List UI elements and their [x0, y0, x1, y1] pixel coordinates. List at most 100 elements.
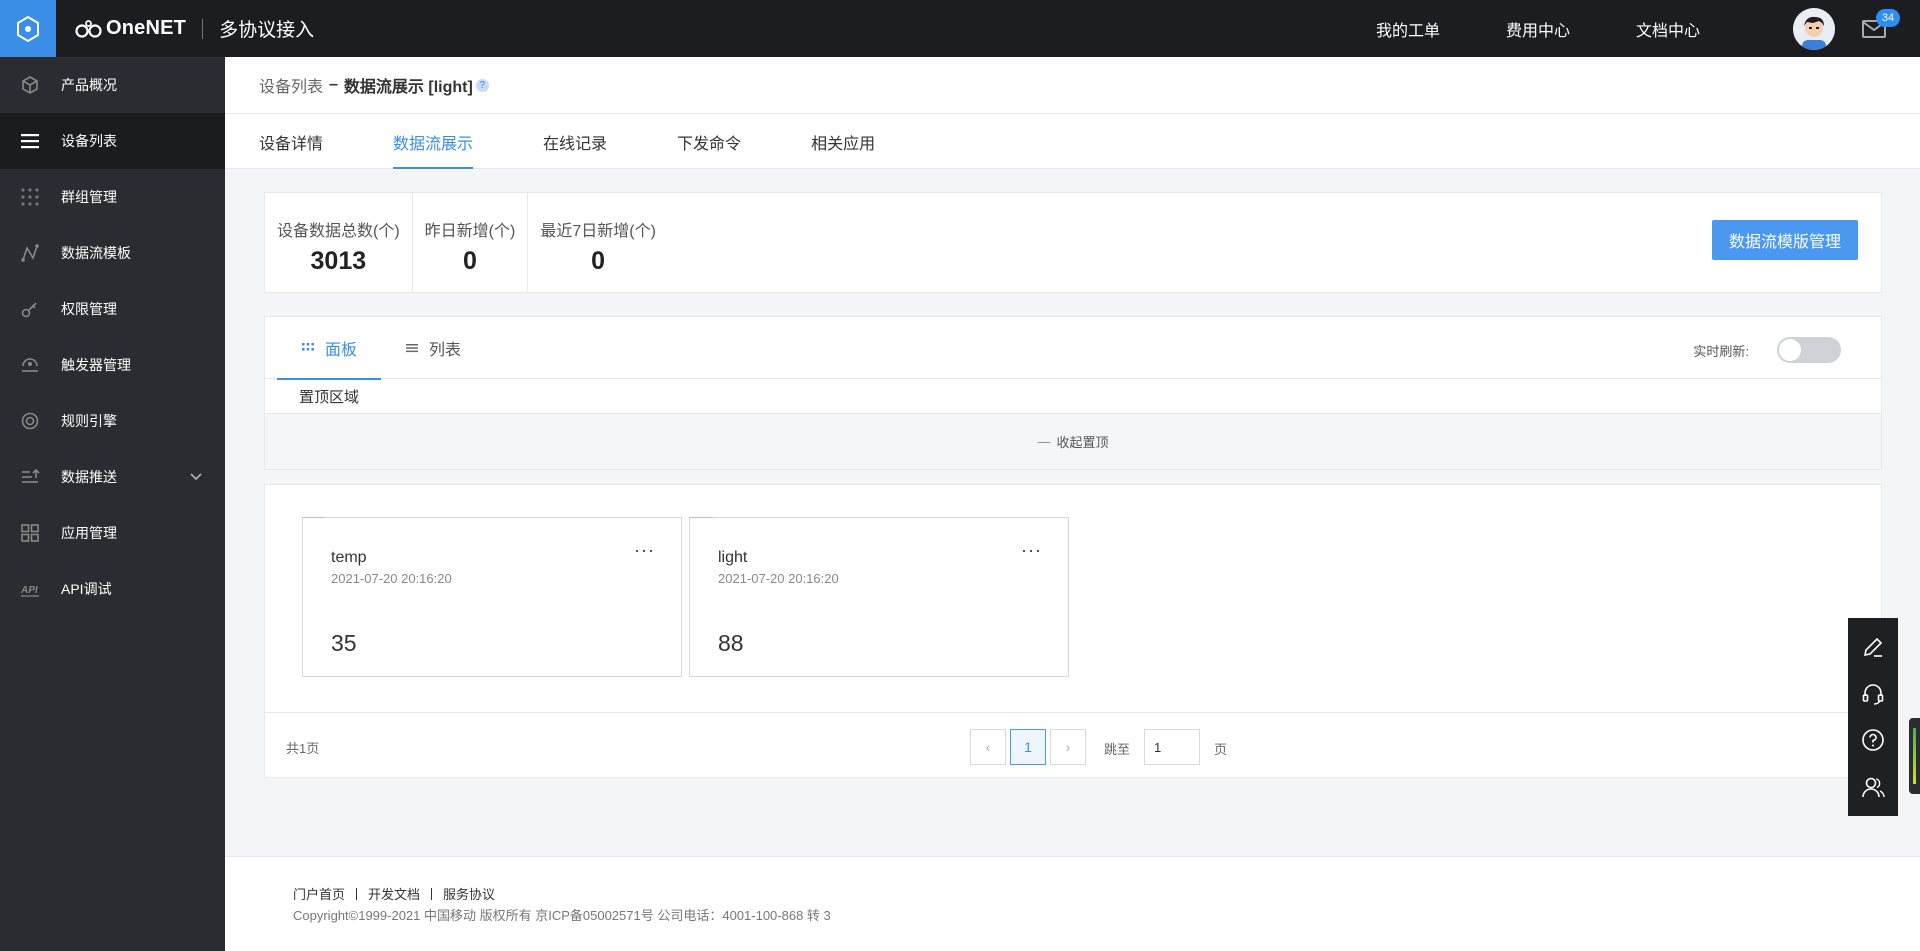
next-page-button[interactable]: › [1050, 729, 1086, 765]
datastream-card-temp[interactable]: temp 2021-07-20 20:16:20 35 ··· [302, 517, 682, 677]
collapse-pinned-button[interactable]: 收起置顶 [1056, 432, 1108, 451]
realtime-refresh: 实时刷新: [1693, 337, 1841, 363]
sidebar-item-device-list[interactable]: 设备列表 [0, 113, 225, 169]
stat-yesterday: 昨日新增(个) 0 [413, 193, 529, 292]
tab-online-records[interactable]: 在线记录 [543, 114, 607, 169]
pinned-area-label: 置顶区域 [299, 389, 360, 406]
breadcrumb-parent-link[interactable]: 设备列表 [259, 73, 323, 97]
datastream-time: 2021-07-20 20:16:20 [718, 571, 839, 586]
sidebar-item-label: 规则引擎 [61, 413, 117, 429]
sidebar-item-label: API调试 [61, 581, 112, 597]
footer-divider [356, 887, 358, 900]
sidebar-item-data-push[interactable]: 数据推送 [0, 449, 225, 505]
datastream-grid: temp 2021-07-20 20:16:20 35 ··· light 20… [264, 484, 1882, 778]
tab-list-view[interactable]: 列表 [381, 317, 485, 379]
page-1-button[interactable]: 1 [1010, 729, 1046, 765]
more-options-icon[interactable]: ··· [634, 540, 655, 561]
sidebar-item-label: 设备列表 [61, 133, 117, 149]
sidebar-item-permission-management[interactable]: 权限管理 [0, 281, 225, 337]
tab-label: 面板 [325, 342, 358, 359]
prev-page-button[interactable]: ‹ [970, 729, 1006, 765]
onenet-logo: OneNET [74, 17, 186, 40]
datastream-time: 2021-07-20 20:16:20 [331, 571, 452, 586]
footer-link-portal-home[interactable]: 门户首页 [293, 884, 345, 903]
footer-link-service-agreement[interactable]: 服务协议 [443, 884, 495, 903]
top-nav: 我的工单 费用中心 文档中心 [1310, 0, 1700, 57]
push-icon [20, 467, 40, 487]
footer: 门户首页 开发文档 服务协议 Copyright©1999-2021 中国移动 … [225, 856, 1920, 951]
community-button[interactable] [1859, 773, 1887, 801]
copyright-text: Copyright©1999-2021 中国移动 版权所有 京ICP备05002… [293, 908, 831, 923]
mail-count-badge: 34 [1876, 9, 1900, 27]
sidebar-item-api-debug[interactable]: API API调试 [0, 561, 225, 617]
top-bar: OneNET 多协议接入 我的工单 费用中心 文档中心 34 [0, 0, 1920, 57]
sidebar-item-datastream-template[interactable]: 数据流模板 [0, 225, 225, 281]
stat-value: 0 [463, 247, 477, 275]
datastream-name: light [718, 549, 748, 566]
home-logo-button[interactable] [0, 0, 56, 57]
sidebar-item-product-overview[interactable]: 产品概况 [0, 57, 225, 113]
hexagon-logo-icon [17, 15, 39, 42]
datastream-card-light[interactable]: light 2021-07-20 20:16:20 88 ··· [689, 517, 1069, 677]
sidebar-item-rule-engine[interactable]: 规则引擎 [0, 393, 225, 449]
datastream-name: temp [331, 549, 367, 566]
stat-last-7-days: 最近7日新增(个) 0 [528, 193, 668, 292]
tab-send-command[interactable]: 下发命令 [677, 114, 741, 169]
sidebar-item-label: 权限管理 [61, 301, 117, 317]
datastream-template-manage-button[interactable]: 数据流模版管理 [1712, 220, 1858, 260]
pagination: 共1页 ‹ 1 › 跳至 页 [265, 712, 1881, 778]
footer-link-dev-docs[interactable]: 开发文档 [368, 884, 420, 903]
brand-divider [202, 18, 204, 39]
tab-device-details[interactable]: 设备详情 [259, 114, 323, 169]
breadcrumb-separator: – [329, 76, 338, 93]
datastream-value: 35 [331, 630, 357, 656]
tab-related-apps[interactable]: 相关应用 [811, 114, 875, 169]
breadcrumb-current: 数据流展示 [light] [343, 79, 473, 96]
footer-links: 门户首页 开发文档 服务协议 [293, 884, 495, 903]
help-button[interactable] [1859, 726, 1887, 754]
target-icon [20, 411, 40, 431]
edge-drawer-handle[interactable] [1909, 718, 1920, 794]
device-tabs: 设备详情 数据流展示 在线记录 下发命令 相关应用 [225, 114, 1920, 169]
tab-datastream-display[interactable]: 数据流展示 [393, 114, 474, 169]
footer-divider [431, 887, 433, 900]
realtime-refresh-label: 实时刷新: [1693, 343, 1749, 359]
realtime-refresh-toggle[interactable] [1777, 337, 1841, 363]
stat-label: 昨日新增(个) [424, 223, 516, 240]
stat-label: 最近7日新增(个) [540, 223, 656, 240]
api-icon: API [20, 579, 40, 599]
jump-to-label: 跳至 [1104, 742, 1131, 757]
apps-icon [20, 523, 40, 543]
sidebar-item-app-management[interactable]: 应用管理 [0, 505, 225, 561]
sidebar-item-label: 数据推送 [61, 469, 117, 485]
sidebar-item-trigger-management[interactable]: 触发器管理 [0, 337, 225, 393]
jump-page-input[interactable] [1144, 729, 1200, 765]
sidebar-item-group-management[interactable]: 群组管理 [0, 169, 225, 225]
tab-panel-view[interactable]: 面板 [277, 317, 382, 380]
card-corner [689, 517, 713, 522]
help-icon[interactable]: ? [475, 78, 489, 92]
svg-text:API: API [20, 585, 38, 596]
nav-billing-center[interactable]: 费用中心 [1506, 17, 1570, 41]
page-unit-label: 页 [1214, 742, 1228, 757]
grid-view-icon [302, 343, 314, 351]
brand-name: OneNET [106, 17, 187, 39]
line-node-icon [20, 243, 40, 263]
breadcrumb: 设备列表 – 数据流展示 [light] ? [225, 57, 1920, 114]
avatar-person-icon [1793, 8, 1835, 50]
sidebar-item-label: 产品概况 [61, 77, 117, 93]
trigger-icon [20, 355, 40, 375]
stat-total: 设备数据总数(个) 3013 [265, 193, 413, 292]
tab-label: 列表 [429, 342, 462, 359]
card-corner [302, 517, 326, 522]
feedback-button[interactable] [1859, 633, 1887, 661]
more-options-icon[interactable]: ··· [1021, 540, 1042, 561]
sidebar-item-label: 应用管理 [61, 525, 117, 541]
pencil-icon [1863, 638, 1883, 658]
nav-my-tickets[interactable]: 我的工单 [1376, 17, 1440, 41]
customer-service-button[interactable] [1859, 680, 1887, 708]
pinned-area: — 收起置顶 [265, 413, 1881, 469]
page-total: 共1页 [286, 741, 320, 756]
user-avatar[interactable] [1793, 8, 1835, 50]
nav-docs-center[interactable]: 文档中心 [1636, 17, 1700, 41]
